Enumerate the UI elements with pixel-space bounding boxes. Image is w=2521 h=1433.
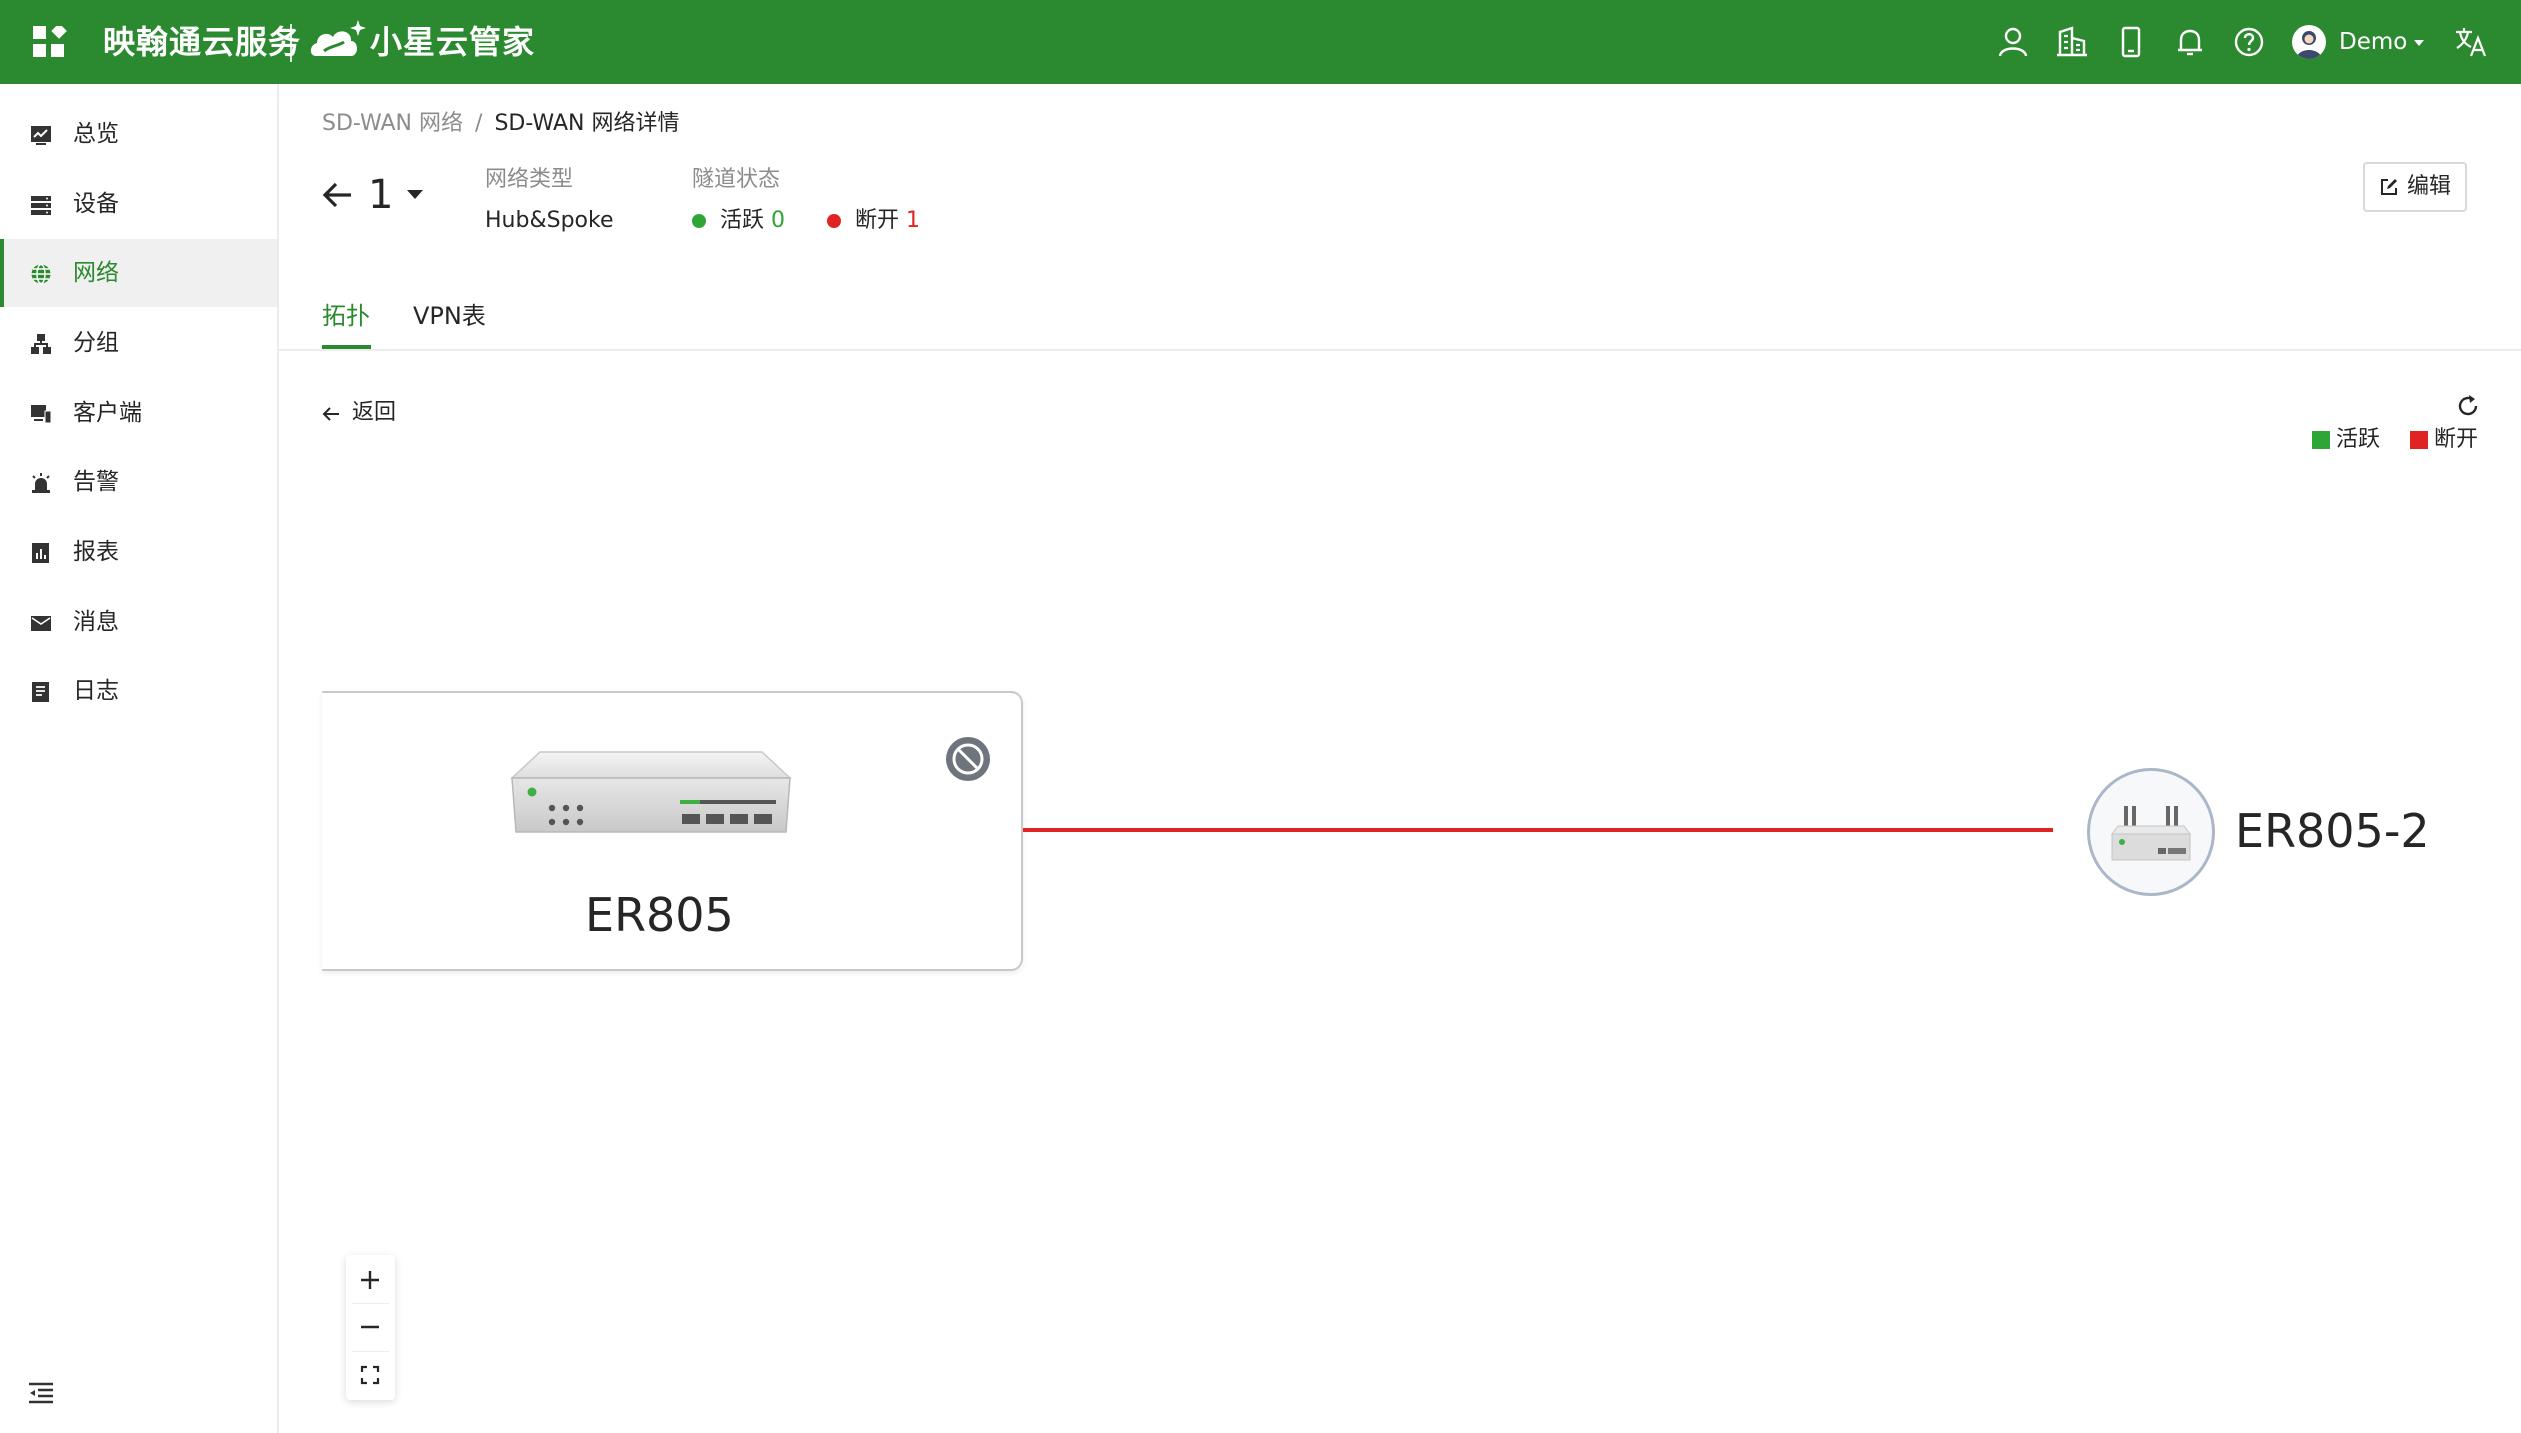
tabs-divider xyxy=(279,349,2521,351)
arrow-left-icon xyxy=(322,407,339,421)
sidebar-item-label: 告警 xyxy=(73,469,119,495)
zoom-out-button[interactable] xyxy=(346,1304,395,1350)
edit-icon xyxy=(2381,179,2397,195)
breadcrumb: SD-WAN 网络 / SD-WAN 网络详情 xyxy=(322,108,679,140)
tunnel-link-down[interactable] xyxy=(1023,828,2053,832)
down-status-dot xyxy=(827,214,841,228)
brand-name: 映翰通云服务 xyxy=(103,23,302,61)
sidebar-item-log[interactable]: 日志 xyxy=(0,657,277,725)
user-dropdown-icon[interactable] xyxy=(2414,40,2424,46)
legend-down-label: 断开 xyxy=(2434,427,2479,452)
network-type-value: Hub&Spoke xyxy=(485,208,614,233)
translate-icon[interactable] xyxy=(2453,24,2489,60)
network-selector[interactable]: 1 xyxy=(368,168,393,222)
hub-node-name: ER805 xyxy=(585,888,734,942)
globe-icon xyxy=(31,263,51,285)
zoom-controls xyxy=(346,1255,395,1400)
sidebar-item-label: 消息 xyxy=(73,609,119,635)
blocked-icon xyxy=(946,737,990,781)
sidebar-item-overview[interactable]: 总览 xyxy=(0,100,277,168)
brand-divider xyxy=(290,24,292,62)
bell-icon[interactable] xyxy=(2172,24,2208,60)
legend-active-label: 活跃 xyxy=(2336,427,2381,452)
fit-view-button[interactable] xyxy=(346,1352,395,1398)
edit-button[interactable]: 编辑 xyxy=(2363,162,2467,212)
device-icon xyxy=(31,196,51,215)
sidebar-item-group[interactable]: 分组 xyxy=(0,309,277,377)
cloud-logo-icon xyxy=(310,20,366,56)
sidebar: 总览 设备 网络 分组 客户端 告警 报表 消息 日志 xyxy=(0,84,279,1433)
sidebar-item-message[interactable]: 消息 xyxy=(0,588,277,656)
zoom-in-button[interactable] xyxy=(346,1257,395,1303)
tunnel-active: 活跃 0 xyxy=(720,205,785,237)
product-name: 小星云管家 xyxy=(370,23,536,61)
top-bar: 映翰通云服务 小星云管家 Demo xyxy=(0,0,2521,84)
apps-grid-icon[interactable] xyxy=(33,26,67,60)
tunnel-status-label: 隧道状态 xyxy=(692,167,781,192)
active-status-dot xyxy=(692,214,706,228)
sidebar-item-device[interactable]: 设备 xyxy=(0,170,277,238)
avatar[interactable] xyxy=(2292,25,2326,59)
sidebar-item-client[interactable]: 客户端 xyxy=(0,379,277,447)
fullscreen-icon xyxy=(360,1365,380,1385)
help-icon[interactable] xyxy=(2231,24,2267,60)
alarm-icon xyxy=(32,473,50,493)
plus-icon xyxy=(361,1271,379,1289)
legend-down-swatch xyxy=(2410,431,2428,449)
log-icon xyxy=(32,682,49,702)
sidebar-item-label: 网络 xyxy=(73,260,119,286)
tunnel-active-label: 活跃 xyxy=(720,208,765,233)
sidebar-item-network[interactable]: 网络 xyxy=(0,239,277,307)
sidebar-item-alarm[interactable]: 告警 xyxy=(0,448,277,516)
network-dropdown-icon[interactable] xyxy=(407,190,423,199)
edit-button-label: 编辑 xyxy=(2407,174,2452,199)
sidebar-item-label: 设备 xyxy=(73,191,119,217)
back-link-label: 返回 xyxy=(352,400,397,425)
back-arrow-icon[interactable] xyxy=(322,180,354,210)
user-icon[interactable] xyxy=(1995,24,2031,60)
tab-vpn-table[interactable]: VPN表 xyxy=(413,296,486,336)
breadcrumb-current: SD-WAN 网络详情 xyxy=(494,111,680,136)
message-icon xyxy=(31,616,51,631)
router-device-icon xyxy=(510,751,792,833)
overview-icon xyxy=(31,126,51,145)
sidebar-item-label: 总览 xyxy=(73,121,119,147)
tunnel-active-count: 0 xyxy=(771,208,786,233)
collapse-menu-icon[interactable] xyxy=(28,1382,54,1404)
client-icon xyxy=(31,405,52,424)
group-icon xyxy=(31,334,51,354)
sidebar-item-label: 日志 xyxy=(73,678,119,704)
report-icon xyxy=(32,543,49,563)
spoke-node-name: ER805-2 xyxy=(2235,804,2430,858)
tunnel-down-label: 断开 xyxy=(855,208,900,233)
building-icon[interactable] xyxy=(2054,24,2090,60)
minus-icon xyxy=(361,1325,379,1329)
tunnel-down: 断开 1 xyxy=(855,205,920,237)
legend-active-swatch xyxy=(2312,431,2330,449)
sidebar-item-label: 分组 xyxy=(73,330,119,356)
router-device-icon xyxy=(2111,806,2191,861)
tab-topology[interactable]: 拓扑 xyxy=(322,296,370,336)
network-type-label: 网络类型 xyxy=(485,167,574,192)
sidebar-item-label: 报表 xyxy=(73,539,119,565)
user-name[interactable]: Demo xyxy=(2339,24,2407,60)
mobile-icon[interactable] xyxy=(2113,24,2149,60)
sidebar-item-report[interactable]: 报表 xyxy=(0,518,277,586)
tunnel-down-count: 1 xyxy=(906,208,921,233)
breadcrumb-parent[interactable]: SD-WAN 网络 xyxy=(322,111,463,136)
breadcrumb-separator: / xyxy=(475,111,483,136)
refresh-icon[interactable] xyxy=(2455,393,2481,419)
sidebar-item-label: 客户端 xyxy=(73,400,142,426)
